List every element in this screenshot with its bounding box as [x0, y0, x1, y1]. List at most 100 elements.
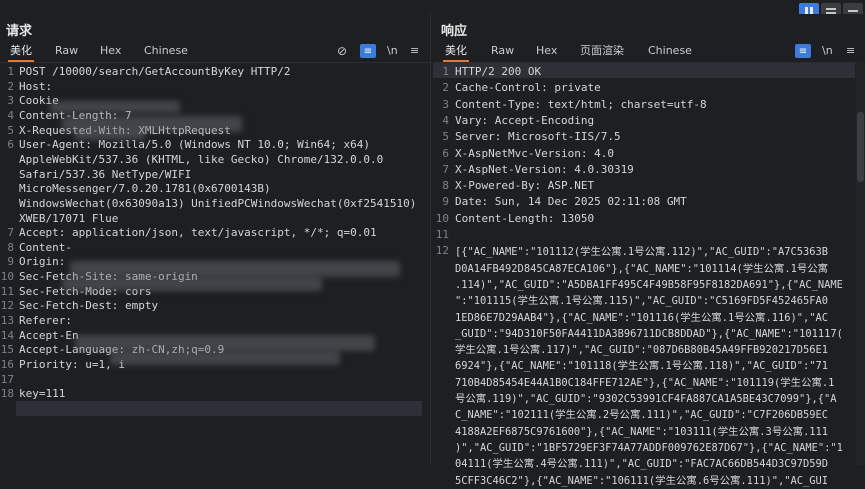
redaction [70, 261, 400, 277]
code-text: AppleWebKit/537.36 (KHTML, like Gecko) C… [19, 152, 384, 166]
response-body-line: 1ED86E7D29AAB4"},{"AC_NAME":"101116(学生公寓… [455, 311, 829, 324]
code-text: WindowsWechat(0x63090a13) UnifiedPCWindo… [19, 196, 417, 210]
code-text: Accept: application/json, text/javascrip… [19, 226, 377, 240]
code-line: 5 Server: Microsoft-IIS/7.5 [433, 130, 865, 145]
menu-icon[interactable]: ≡ [846, 44, 855, 58]
code-line: 1 POST /10000/search/GetAccountByKey HTTP… [0, 65, 430, 80]
code-text: User-Agent: Mozilla/5.0 (Windows NT 10.0… [19, 138, 370, 152]
line-number: 9 [442, 195, 449, 209]
code-text: Referer: [19, 314, 72, 328]
line-number: 8 [7, 240, 14, 254]
response-body-line: )","AC_GUID":"1BF5729EF3F74A77ADDF009762… [455, 441, 843, 454]
response-body-line: 710B4D85454E44A1B0C184FFE712AE"},{"AC_NA… [455, 376, 835, 389]
menu-icon[interactable]: ≡ [410, 44, 419, 58]
code-line: 9 Date: Sun, 14 Dec 2025 02:11:08 GMT [433, 195, 865, 210]
line-number: 18 [0, 387, 14, 401]
code-line: 10 Content-Length: 13050 [433, 212, 865, 227]
request-title: 请求 [6, 24, 33, 39]
code-line: 6 X-AspNetMvc-Version: 4.0 [433, 147, 865, 162]
tab-hex[interactable]: Hex [536, 42, 557, 60]
vertical-scrollbar[interactable] [856, 62, 865, 465]
code-text: Content- [19, 240, 72, 254]
code-text: Content-Type: text/html; charset=utf-8 [455, 97, 707, 111]
tab-hex[interactable]: Hex [100, 42, 121, 60]
line-number: 7 [7, 226, 14, 240]
redaction [75, 335, 375, 351]
code-line: WindowsWechat(0x63090a13) UnifiedPCWindo… [0, 197, 430, 212]
tab-pretty[interactable]: 美化 [8, 42, 34, 62]
redaction [110, 351, 340, 365]
redaction [62, 277, 322, 291]
response-body-line: 4188A2EF6875C9761600"},{"AC_NAME":"10311… [455, 425, 829, 438]
code-text: Date: Sun, 14 Dec 2025 02:11:08 GMT [455, 195, 687, 209]
code-text: Safari/537.36 NetType/WIFI [19, 167, 192, 181]
redaction [75, 130, 145, 140]
tab-raw[interactable]: Raw [491, 42, 514, 60]
line-number: 7 [442, 162, 449, 176]
response-tabs: 美化 Raw Hex 页面渲染 Chinese ≡ \n ≡ [433, 42, 865, 62]
code-line: 17 [0, 373, 430, 388]
line-number: 1 [442, 65, 449, 78]
code-line: 12 Sec-Fetch-Dest: empty [0, 299, 430, 314]
line-number: 8 [442, 179, 449, 193]
show-newlines-icon[interactable]: \n [822, 44, 833, 58]
line-number: 4 [7, 108, 14, 122]
code-line: 3 Content-Type: text/html; charset=utf-8 [433, 98, 865, 113]
current-line-highlight [16, 401, 422, 416]
response-body-line: D0A14FB492D845CA87ECA106"},{"AC_NAME":"1… [455, 262, 829, 275]
tab-pretty[interactable]: 美化 [443, 42, 469, 62]
response-body-line: 04111(学生公寓.4号公寓.111)","AC_GUID":"FAC7AC6… [455, 458, 829, 471]
response-body-line: 6924"},{"AC_NAME":"101118(学生公寓.1号公寓.118)… [455, 360, 829, 373]
response-body-line: [{"AC_NAME":"101112(学生公寓.1号公寓.112)","AC_… [455, 246, 829, 259]
line-number: 2 [442, 81, 449, 95]
response-body-line: _GUID":"94D310F50FA4411DA3B96711DCB8DDAD… [455, 327, 843, 340]
line-number: 14 [0, 328, 14, 342]
code-line: 8 X-Powered-By: ASP.NET [433, 179, 865, 194]
tab-chinese[interactable]: Chinese [144, 42, 188, 60]
line-number: 5 [7, 123, 14, 137]
code-text: X-AspNet-Version: 4.0.30319 [455, 162, 634, 176]
line-number: 1 [7, 65, 14, 78]
line-number: 4 [442, 113, 449, 127]
code-line: 6 User-Agent: Mozilla/5.0 (Windows NT 10.… [0, 138, 430, 153]
response-body-line: 号公寓.119)","AC_GUID":"9302C53991CF4FA887C… [455, 393, 837, 405]
code-line: 8 Content- [0, 241, 430, 256]
scrollbar-thumb[interactable] [857, 112, 864, 182]
code-line: 7 X-AspNet-Version: 4.0.30319 [433, 163, 865, 178]
response-title: 响应 [441, 24, 468, 39]
wrap-lines-icon[interactable]: ≡ [360, 44, 376, 58]
code-text: Origin: [19, 255, 66, 269]
wrap-lines-icon[interactable]: ≡ [795, 44, 811, 58]
line-number: 6 [442, 146, 449, 160]
line-number: 11 [0, 284, 14, 298]
line-number: 6 [7, 138, 14, 152]
code-line: Safari/537.36 NetType/WIFI [0, 168, 430, 183]
code-text: X-Powered-By: ASP.NET [455, 179, 595, 193]
response-pane: 响应 美化 Raw Hex 页面渲染 Chinese ≡ \n ≡ 1 HTTP/… [433, 14, 865, 487]
response-editor[interactable]: 1 HTTP/2 200 OK 2 Cache-Control: private 3 Co… [433, 62, 865, 487]
show-newlines-icon[interactable]: \n [387, 44, 398, 58]
code-line: AppleWebKit/537.36 (KHTML, like Gecko) C… [0, 153, 430, 168]
code-line: MicroMessenger/7.0.20.1781(0x6700143B) [0, 182, 430, 197]
response-body-line: .114)","AC_GUID":"A5DBA1FF495C4F49B58F95… [455, 278, 843, 291]
code-text: Server: Microsoft-IIS/7.5 [455, 130, 621, 144]
code-text: HTTP/2 200 OK [455, 65, 542, 78]
hide-headers-icon[interactable]: ⊘ [337, 44, 347, 58]
redaction [50, 101, 180, 113]
code-text: POST /10000/search/GetAccountByKey HTTP/… [19, 65, 291, 78]
response-body-line: 学生公寓.1号公寓.117)","AC_GUID":"087D6B80B45A4… [455, 344, 829, 357]
code-text: Cache-Control: private [455, 81, 601, 95]
code-line: 2 Host: [0, 80, 430, 95]
tab-raw[interactable]: Raw [55, 42, 78, 60]
code-line: 7 Accept: application/json, text/javascri… [0, 226, 430, 241]
code-line: 11 [433, 228, 865, 243]
tab-render[interactable]: 页面渲染 [580, 42, 624, 60]
response-body-line: C_NAME":"102111(学生公寓.2号公寓.111)","AC_GUID… [455, 409, 829, 422]
response-body-line: 5CFF3C46C2"},{"AC_NAME":"106111(学生公寓.6号公… [455, 474, 829, 487]
line-number: 3 [7, 94, 14, 108]
code-text: Sec-Fetch-Dest: empty [19, 299, 159, 313]
code-line: 18 key=111 [0, 387, 430, 402]
line-number: 15 [0, 343, 14, 357]
request-pane: 请求 美化 Raw Hex Chinese ⊘ ≡ \n ≡ 1 POST /10… [0, 14, 431, 465]
tab-chinese[interactable]: Chinese [648, 42, 692, 60]
